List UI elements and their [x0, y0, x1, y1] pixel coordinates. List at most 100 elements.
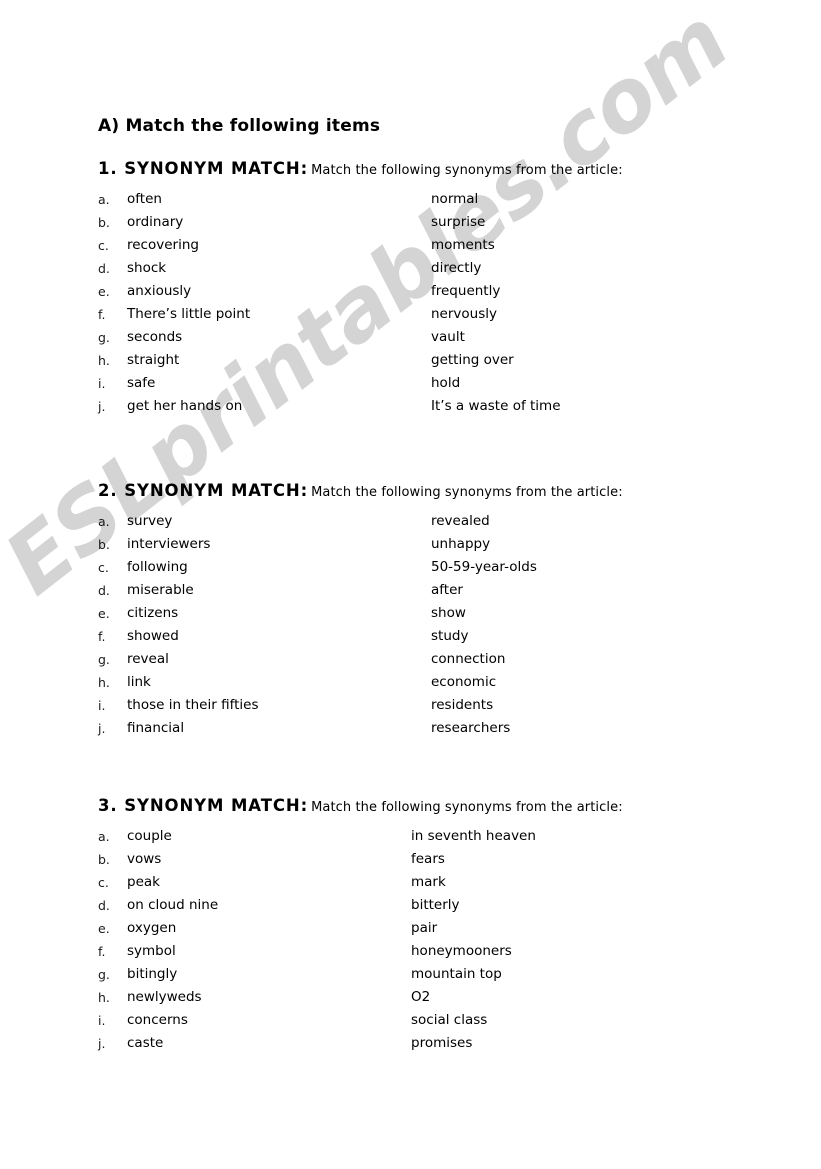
- match-term-left[interactable]: vows: [127, 848, 161, 871]
- match-row: b. interviewers unhappy: [98, 533, 758, 556]
- match-term-left[interactable]: interviewers: [127, 533, 210, 556]
- match-term-right[interactable]: economic: [431, 671, 496, 694]
- match-term-right[interactable]: study: [431, 625, 468, 648]
- section-synonym-match-1: 1. SYNONYM MATCH: Match the following syn…: [98, 159, 758, 418]
- section-1-heading-rest: Match the following synonyms from the ar…: [311, 163, 623, 178]
- match-row: j. financial researchers: [98, 717, 758, 740]
- match-row: i. safe hold: [98, 372, 758, 395]
- match-row: j. get her hands on It’s a waste of time: [98, 395, 758, 418]
- match-term-right[interactable]: mark: [411, 871, 446, 894]
- match-term-left[interactable]: shock: [127, 257, 166, 280]
- match-term-left[interactable]: showed: [127, 625, 179, 648]
- match-row: f. showed study: [98, 625, 758, 648]
- match-term-left[interactable]: reveal: [127, 648, 169, 671]
- row-letter: f.: [98, 944, 106, 959]
- match-term-left[interactable]: financial: [127, 717, 184, 740]
- match-term-left[interactable]: peak: [127, 871, 160, 894]
- match-term-right[interactable]: hold: [431, 372, 460, 395]
- match-row: e. oxygen pair: [98, 917, 758, 940]
- section-2-match-list: a. survey revealed b. interviewers unhappy c. f…: [98, 510, 758, 740]
- match-term-right[interactable]: It’s a waste of time: [431, 395, 561, 418]
- match-term-right[interactable]: honeymooners: [411, 940, 512, 963]
- match-term-left[interactable]: ordinary: [127, 211, 183, 234]
- match-term-left[interactable]: get her hands on: [127, 395, 242, 418]
- section-synonym-match-2: 2. SYNONYM MATCH: Match the following syn…: [98, 481, 758, 740]
- match-term-left[interactable]: couple: [127, 825, 172, 848]
- match-row: a. survey revealed: [98, 510, 758, 533]
- match-term-right[interactable]: normal: [431, 188, 478, 211]
- match-term-left[interactable]: newlyweds: [127, 986, 202, 1009]
- match-term-right[interactable]: frequently: [431, 280, 500, 303]
- match-term-right[interactable]: bitterly: [411, 894, 460, 917]
- row-letter: i.: [98, 1013, 106, 1028]
- match-term-right[interactable]: 50-59-year-olds: [431, 556, 537, 579]
- row-letter: f.: [98, 629, 106, 644]
- match-term-left[interactable]: caste: [127, 1032, 163, 1055]
- match-term-right[interactable]: nervously: [431, 303, 497, 326]
- match-row: b. vows fears: [98, 848, 758, 871]
- section-2-heading: 2. SYNONYM MATCH: Match the following syn…: [98, 481, 758, 503]
- match-row: h. link economic: [98, 671, 758, 694]
- row-letter: d.: [98, 898, 110, 913]
- match-term-right[interactable]: social class: [411, 1009, 487, 1032]
- match-term-right[interactable]: revealed: [431, 510, 490, 533]
- match-row: b. ordinary surprise: [98, 211, 758, 234]
- section-3-heading: 3. SYNONYM MATCH: Match the following syn…: [98, 796, 758, 818]
- match-row: g. reveal connection: [98, 648, 758, 671]
- match-term-left[interactable]: oxygen: [127, 917, 176, 940]
- match-term-left[interactable]: on cloud nine: [127, 894, 218, 917]
- row-letter: e.: [98, 921, 110, 936]
- match-term-left[interactable]: following: [127, 556, 188, 579]
- match-term-left[interactable]: bitingly: [127, 963, 177, 986]
- match-term-left[interactable]: concerns: [127, 1009, 188, 1032]
- match-term-right[interactable]: pair: [411, 917, 437, 940]
- match-term-right[interactable]: directly: [431, 257, 481, 280]
- row-letter: a.: [98, 514, 110, 529]
- match-row: d. miserable after: [98, 579, 758, 602]
- match-term-left[interactable]: safe: [127, 372, 155, 395]
- match-term-left[interactable]: those in their fifties: [127, 694, 259, 717]
- section-2-heading-strong: 2. SYNONYM MATCH:: [98, 481, 309, 500]
- match-row: a. often normal: [98, 188, 758, 211]
- match-term-left[interactable]: miserable: [127, 579, 194, 602]
- section-2-heading-rest: Match the following synonyms from the ar…: [311, 485, 623, 500]
- match-term-left[interactable]: seconds: [127, 326, 182, 349]
- row-letter: d.: [98, 261, 110, 276]
- section-3-heading-strong: 3. SYNONYM MATCH:: [98, 796, 309, 815]
- match-term-left[interactable]: often: [127, 188, 162, 211]
- row-letter: f.: [98, 307, 106, 322]
- match-term-right[interactable]: unhappy: [431, 533, 490, 556]
- match-term-right[interactable]: O2: [411, 986, 430, 1009]
- match-term-right[interactable]: surprise: [431, 211, 485, 234]
- match-term-left[interactable]: link: [127, 671, 151, 694]
- match-term-left[interactable]: There’s little point: [127, 303, 250, 326]
- match-term-left[interactable]: anxiously: [127, 280, 191, 303]
- section-3-match-list: a. couple in seventh heaven b. vows fears c. pe…: [98, 825, 758, 1055]
- match-row: f. There’s little point nervously: [98, 303, 758, 326]
- match-term-left[interactable]: recovering: [127, 234, 199, 257]
- section-3-heading-rest: Match the following synonyms from the ar…: [311, 800, 623, 815]
- match-term-left[interactable]: survey: [127, 510, 172, 533]
- match-term-left[interactable]: straight: [127, 349, 179, 372]
- row-letter: b.: [98, 215, 110, 230]
- match-term-right[interactable]: getting over: [431, 349, 514, 372]
- match-row: g. seconds vault: [98, 326, 758, 349]
- match-term-right[interactable]: show: [431, 602, 466, 625]
- match-term-right[interactable]: in seventh heaven: [411, 825, 536, 848]
- match-term-right[interactable]: residents: [431, 694, 493, 717]
- match-term-left[interactable]: symbol: [127, 940, 176, 963]
- row-letter: e.: [98, 606, 110, 621]
- match-term-right[interactable]: connection: [431, 648, 505, 671]
- match-term-right[interactable]: fears: [411, 848, 445, 871]
- match-term-right[interactable]: vault: [431, 326, 465, 349]
- match-row: d. on cloud nine bitterly: [98, 894, 758, 917]
- match-row: c. following 50-59-year-olds: [98, 556, 758, 579]
- page-title: A) Match the following items: [98, 116, 381, 136]
- match-term-right[interactable]: moments: [431, 234, 495, 257]
- match-term-right[interactable]: promises: [411, 1032, 472, 1055]
- match-term-right[interactable]: after: [431, 579, 463, 602]
- match-row: i. concerns social class: [98, 1009, 758, 1032]
- match-term-right[interactable]: researchers: [431, 717, 510, 740]
- match-term-right[interactable]: mountain top: [411, 963, 502, 986]
- match-term-left[interactable]: citizens: [127, 602, 178, 625]
